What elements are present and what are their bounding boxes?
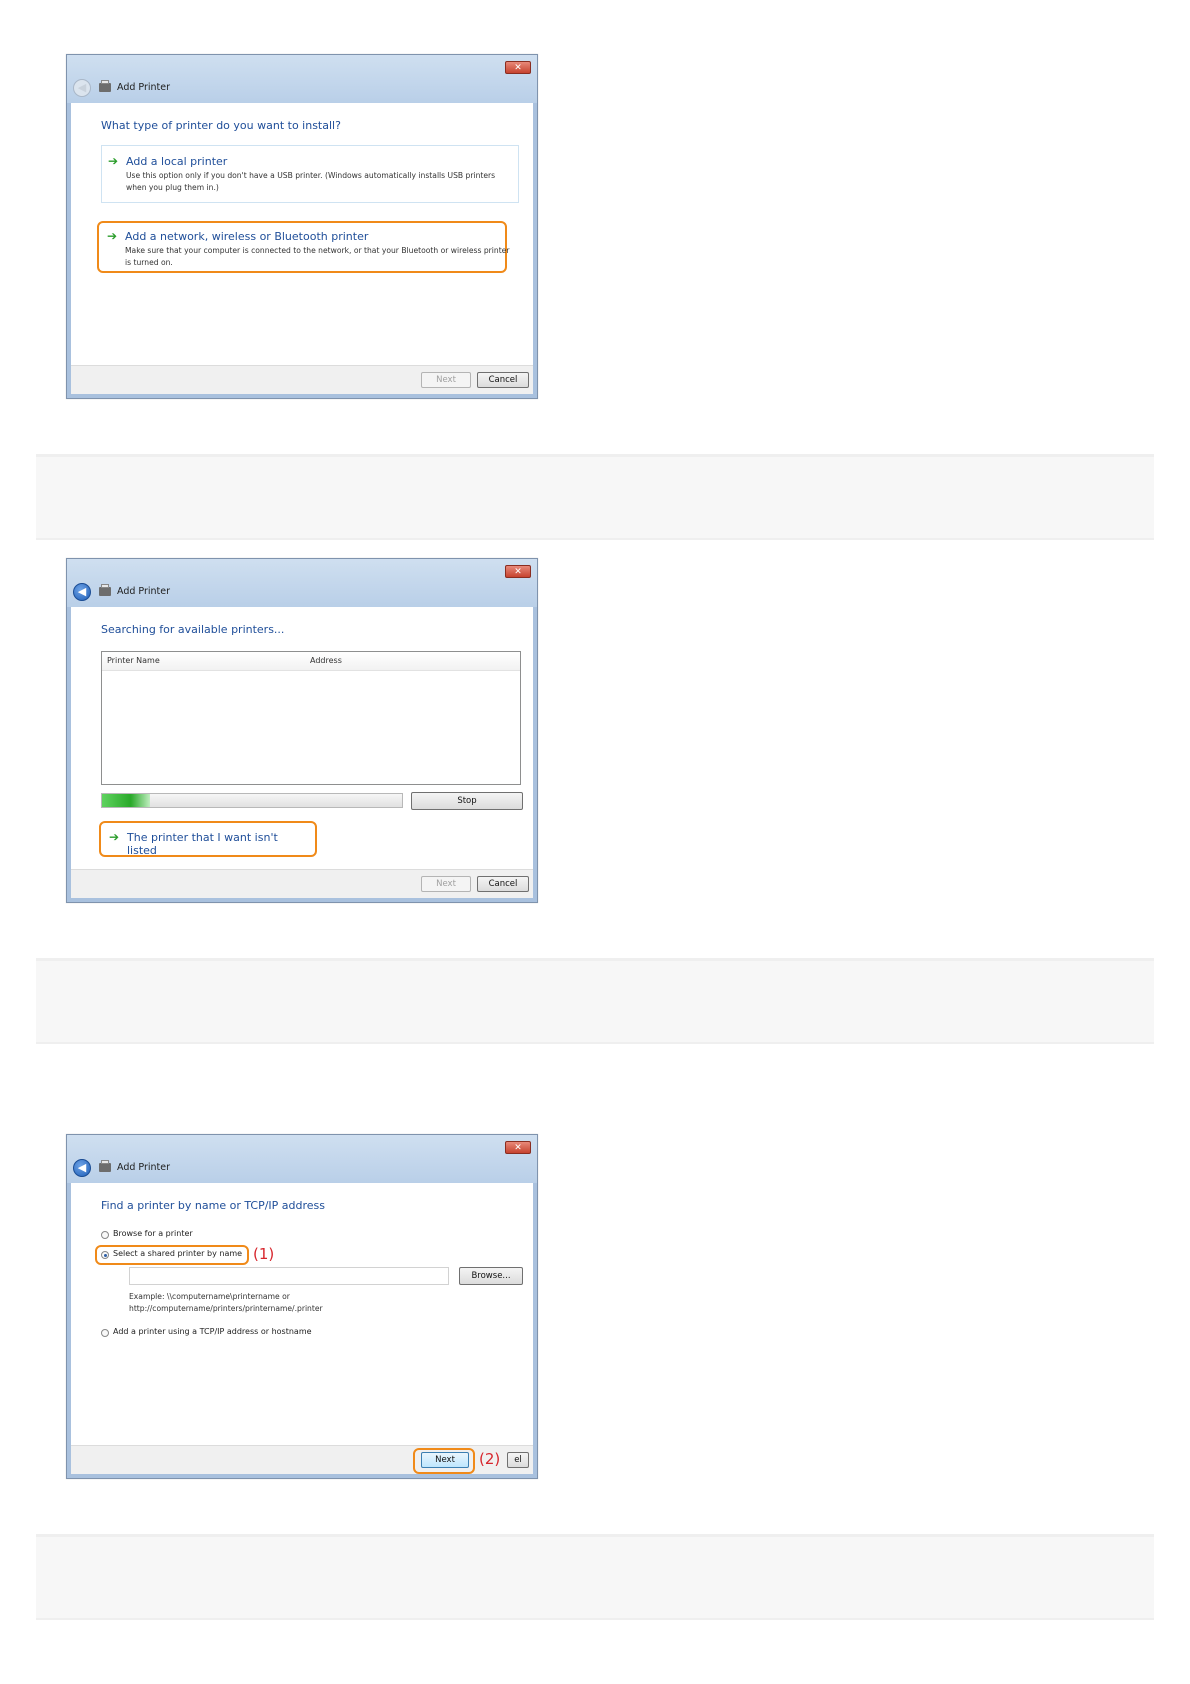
browse-button[interactable]: Browse...: [459, 1267, 523, 1285]
add-printer-dialog-2: ✕ ◀ Add Printer Searching for available …: [66, 558, 538, 903]
window-title: Add Printer: [117, 82, 171, 93]
dialog-footer: Next Cancel: [71, 365, 533, 394]
cancel-button[interactable]: el: [507, 1452, 529, 1468]
title-bar: ✕ ◀ Add Printer: [67, 55, 537, 103]
option-description: Make sure that your computer is connecte…: [125, 246, 510, 267]
search-progress-bar: [101, 793, 403, 808]
dialog-footer: Next (2) el: [71, 1445, 533, 1474]
title-bar: ✕ ◀ Add Printer: [67, 559, 537, 607]
next-button[interactable]: Next: [421, 372, 471, 388]
printer-icon: [99, 584, 111, 596]
browse-radio[interactable]: [101, 1231, 109, 1239]
shared-printer-radio-label[interactable]: Select a shared printer by name: [113, 1249, 242, 1258]
arrow-icon: ➔: [109, 830, 120, 844]
browse-radio-label[interactable]: Browse for a printer: [113, 1229, 193, 1238]
callout-1: (1): [253, 1245, 275, 1263]
option-title: Add a network, wireless or Bluetooth pri…: [125, 230, 369, 243]
add-printer-dialog-3: ✕ ◀ Add Printer Find a printer by name o…: [66, 1134, 538, 1479]
back-button[interactable]: ◀: [73, 1159, 91, 1177]
printer-not-listed-link[interactable]: ➔ The printer that I want isn't listed: [105, 829, 305, 857]
printer-icon: [99, 80, 111, 92]
option-description: Use this option only if you don't have a…: [126, 171, 496, 192]
step-band: [36, 454, 1154, 540]
list-header: Printer Name Address: [102, 652, 520, 671]
page-heading: Find a printer by name or TCP/IP address: [101, 1199, 326, 1212]
tcpip-radio[interactable]: [101, 1329, 109, 1337]
next-button[interactable]: Next: [421, 1452, 469, 1468]
dialog-footer: Next Cancel: [71, 869, 533, 898]
example-line-2: http://computername/printers/printername…: [129, 1304, 323, 1313]
page-heading: What type of printer do you want to inst…: [101, 119, 341, 132]
column-printer-name[interactable]: Printer Name: [107, 652, 160, 670]
stop-button[interactable]: Stop: [411, 792, 523, 810]
shared-printer-input[interactable]: [129, 1267, 449, 1285]
back-button[interactable]: ◀: [73, 79, 91, 97]
page-heading: Searching for available printers...: [101, 623, 285, 636]
add-printer-dialog-1: ✕ ◀ Add Printer What type of printer do …: [66, 54, 538, 399]
title-bar: ✕ ◀ Add Printer: [67, 1135, 537, 1183]
cancel-button[interactable]: Cancel: [477, 876, 529, 892]
dialog-content: What type of printer do you want to inst…: [71, 103, 533, 365]
step-band: [36, 1534, 1154, 1620]
window-title: Add Printer: [117, 586, 171, 597]
dialog-content: Find a printer by name or TCP/IP address…: [71, 1183, 533, 1445]
close-button[interactable]: ✕: [505, 565, 531, 578]
progress-fill: [102, 794, 150, 807]
option-title: Add a local printer: [126, 155, 228, 168]
tcpip-radio-label[interactable]: Add a printer using a TCP/IP address or …: [113, 1327, 312, 1336]
link-label: The printer that I want isn't listed: [127, 831, 278, 857]
example-line-1: Example: \\computername\printername or: [129, 1292, 290, 1301]
window-title: Add Printer: [117, 1162, 171, 1173]
arrow-icon: ➔: [108, 154, 119, 168]
column-address[interactable]: Address: [310, 652, 342, 670]
add-local-printer-option[interactable]: ➔ Add a local printer Use this option on…: [101, 145, 519, 203]
callout-2: (2): [479, 1450, 501, 1468]
close-button[interactable]: ✕: [505, 1141, 531, 1154]
printer-icon: [99, 1160, 111, 1172]
arrow-icon: ➔: [107, 229, 118, 243]
back-button[interactable]: ◀: [73, 583, 91, 601]
dialog-content: Searching for available printers... Prin…: [71, 607, 533, 869]
shared-printer-radio[interactable]: [101, 1251, 109, 1259]
close-button[interactable]: ✕: [505, 61, 531, 74]
example-text: Example: \\computername\printername or h…: [129, 1291, 323, 1315]
cancel-button[interactable]: Cancel: [477, 372, 529, 388]
next-button[interactable]: Next: [421, 876, 471, 892]
printer-list[interactable]: Printer Name Address: [101, 651, 521, 785]
add-network-printer-option[interactable]: ➔ Add a network, wireless or Bluetooth p…: [101, 225, 519, 283]
step-band: [36, 958, 1154, 1044]
